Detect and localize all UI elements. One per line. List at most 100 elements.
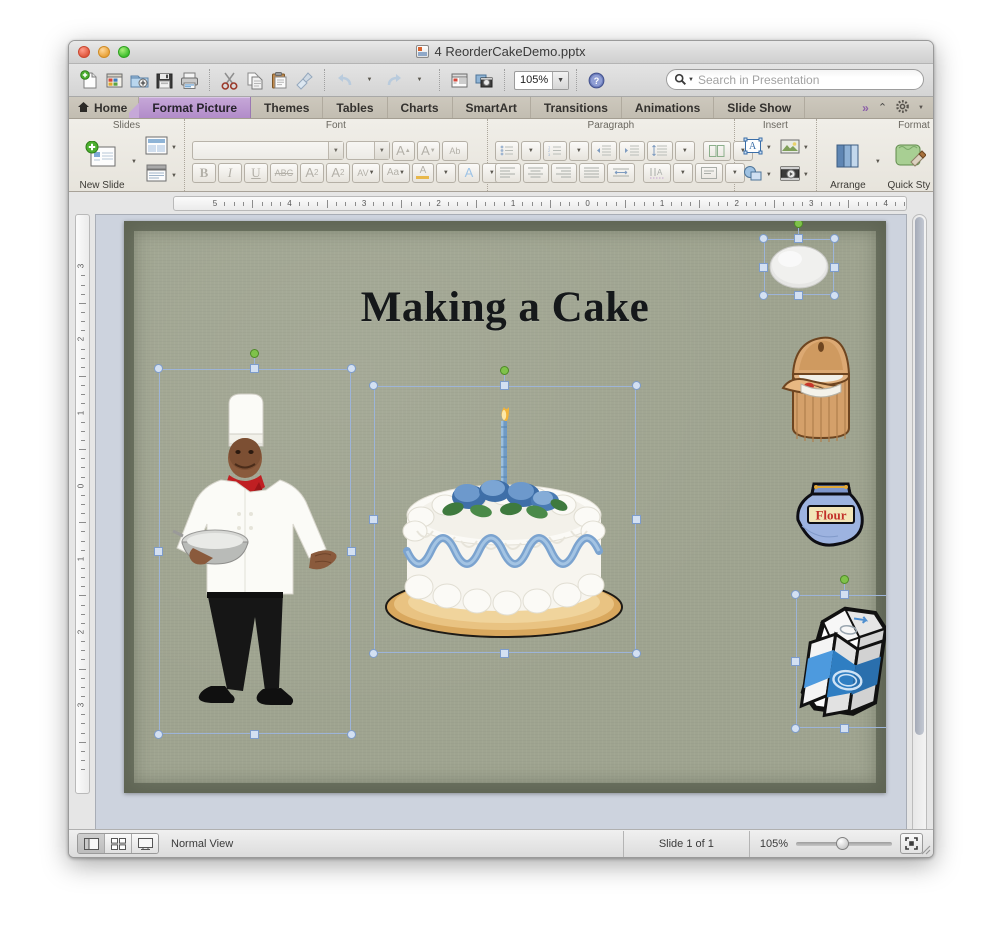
copy-icon[interactable] xyxy=(242,67,267,93)
milk-carton-handle-bc[interactable] xyxy=(840,724,849,733)
tab-format-picture[interactable]: Format Picture xyxy=(129,97,252,118)
redo-icon[interactable] xyxy=(382,67,407,93)
line-spacing-dropdown-icon[interactable]: ▼ xyxy=(674,140,695,161)
zoom-combo[interactable]: 105% ▼ xyxy=(514,70,570,90)
text-highlight-button[interactable]: A xyxy=(411,162,434,183)
chef-handle-tc[interactable] xyxy=(250,364,259,373)
character-spacing-button[interactable]: AV ▼ xyxy=(351,162,380,183)
numbered-list-button[interactable]: 123 xyxy=(542,140,567,161)
gear-icon[interactable] xyxy=(896,99,909,116)
slide-1[interactable]: Making a Cake Flour xyxy=(124,221,886,793)
chef-selection[interactable] xyxy=(154,349,356,739)
underline-button[interactable]: U xyxy=(243,162,268,183)
shape-dropdown-icon[interactable]: ▼ xyxy=(766,172,772,178)
undo-icon[interactable] xyxy=(332,67,357,93)
line-spacing-button[interactable] xyxy=(646,140,673,161)
redo-dropdown-icon[interactable]: ▼ xyxy=(407,67,432,93)
presenter-view-button[interactable] xyxy=(132,834,158,853)
vertical-scrollbar[interactable]: ▲ ▼ xyxy=(912,214,927,857)
template-gallery-icon[interactable] xyxy=(102,67,127,93)
new-slide-dropdown-icon[interactable]: ▼ xyxy=(131,159,137,165)
tab-charts[interactable]: Charts xyxy=(388,97,453,118)
vertical-ruler[interactable]: 3 2 1 0 1 2 3 xyxy=(75,214,90,794)
chef-handle-mr[interactable] xyxy=(347,547,356,556)
picture-dropdown-icon[interactable]: ▼ xyxy=(803,145,809,151)
print-icon[interactable] xyxy=(177,67,202,93)
chef-handle-tl[interactable] xyxy=(154,364,163,373)
superscript-button[interactable]: A2 xyxy=(299,162,324,183)
egg-handle-mr[interactable] xyxy=(830,263,839,272)
change-case-button[interactable]: Aa ▼ xyxy=(381,162,410,183)
grow-font-button[interactable]: A ▲ xyxy=(391,140,415,161)
font-name-input[interactable]: ▼ xyxy=(191,141,344,160)
format-painter-icon[interactable] xyxy=(292,67,317,93)
theme-dropdown-icon[interactable]: ▼ xyxy=(171,173,177,179)
picture-icon[interactable] xyxy=(779,136,801,161)
zoom-slider[interactable] xyxy=(796,836,892,850)
new-slide-toolbar-icon[interactable] xyxy=(447,67,472,93)
undo-dropdown-icon[interactable]: ▼ xyxy=(357,67,382,93)
text-box-dropdown-icon[interactable]: ▼ xyxy=(766,145,772,151)
chef-handle-tr[interactable] xyxy=(347,364,356,373)
egg-handle-tc[interactable] xyxy=(794,234,803,243)
tab-transitions[interactable]: Transitions xyxy=(531,97,622,118)
text-align-box-button[interactable] xyxy=(694,162,723,183)
vertical-scrollbar-thumb[interactable] xyxy=(915,217,924,735)
egg-handle-bc[interactable] xyxy=(794,291,803,300)
chef-handle-bl[interactable] xyxy=(154,730,163,739)
text-box-icon[interactable]: A xyxy=(742,136,764,161)
milk-carton-selection[interactable] xyxy=(791,575,886,733)
new-presentation-icon[interactable] xyxy=(77,67,102,93)
tab-smartart[interactable]: SmartArt xyxy=(453,97,531,118)
align-left-button[interactable] xyxy=(494,162,521,183)
numbered-list-dropdown-icon[interactable]: ▼ xyxy=(568,140,589,161)
columns-button[interactable] xyxy=(702,140,731,161)
egg-handle-tr[interactable] xyxy=(830,234,839,243)
slide-canvas[interactable]: Making a Cake Flour xyxy=(95,214,907,857)
collapse-ribbon-icon[interactable]: ⌃ xyxy=(878,101,887,114)
cake-handle-br[interactable] xyxy=(632,649,641,658)
font-name-dropdown-icon[interactable]: ▼ xyxy=(327,142,343,159)
cake-handle-ml[interactable] xyxy=(369,515,378,524)
cake-handle-mr[interactable] xyxy=(632,515,641,524)
quick-styles-button[interactable]: Quick Sty xyxy=(884,133,933,191)
bulleted-list-dropdown-icon[interactable]: ▼ xyxy=(520,140,541,161)
zoom-slider-knob[interactable] xyxy=(836,836,849,850)
chef-rotation-handle[interactable] xyxy=(250,349,259,358)
cake-handle-tc[interactable] xyxy=(500,381,509,390)
italic-button[interactable]: I xyxy=(217,162,242,183)
cake-handle-bl[interactable] xyxy=(369,649,378,658)
font-size-input[interactable]: ▼ xyxy=(345,141,390,160)
egg-handle-ml[interactable] xyxy=(759,263,768,272)
egg-handle-tl[interactable] xyxy=(759,234,768,243)
text-highlight-dropdown-icon[interactable]: ▼ xyxy=(435,162,456,183)
tab-themes[interactable]: Themes xyxy=(251,97,324,118)
media-dropdown-icon[interactable]: ▼ xyxy=(803,172,809,178)
cake-rotation-handle[interactable] xyxy=(500,366,509,375)
shrink-font-button[interactable]: A ▼ xyxy=(416,140,440,161)
tab-slide-show[interactable]: Slide Show xyxy=(714,97,806,118)
tab-animations[interactable]: Animations xyxy=(622,97,715,118)
paste-icon[interactable] xyxy=(267,67,292,93)
milk-carton-handle-ml[interactable] xyxy=(791,657,800,666)
tab-tables[interactable]: Tables xyxy=(323,97,388,118)
search-box[interactable]: ▼ Search in Presentation xyxy=(666,69,924,90)
open-icon[interactable] xyxy=(127,67,152,93)
title-bar[interactable]: 4 ReorderCakeDemo.pptx xyxy=(69,41,933,64)
align-center-button[interactable] xyxy=(522,162,549,183)
clear-formatting-button[interactable]: Ab xyxy=(441,140,468,161)
font-color-button[interactable]: A xyxy=(457,162,480,183)
cake-selection[interactable] xyxy=(369,366,641,658)
slide-sorter-button[interactable] xyxy=(105,834,132,853)
milk-carton-handle-bl[interactable] xyxy=(791,724,800,733)
justify-button[interactable] xyxy=(578,162,605,183)
milk-carton-rotation-handle[interactable] xyxy=(840,575,849,584)
strikethrough-button[interactable]: ABC xyxy=(269,162,298,183)
text-effects-button[interactable]: A xyxy=(642,162,671,183)
text-direction-button[interactable] xyxy=(606,162,635,183)
cake-handle-tl[interactable] xyxy=(369,381,378,390)
cake-handle-bc[interactable] xyxy=(500,649,509,658)
text-effects-dropdown-icon[interactable]: ▼ xyxy=(672,162,693,183)
shape-icon[interactable] xyxy=(742,163,764,188)
egg-selection[interactable] xyxy=(759,221,839,300)
